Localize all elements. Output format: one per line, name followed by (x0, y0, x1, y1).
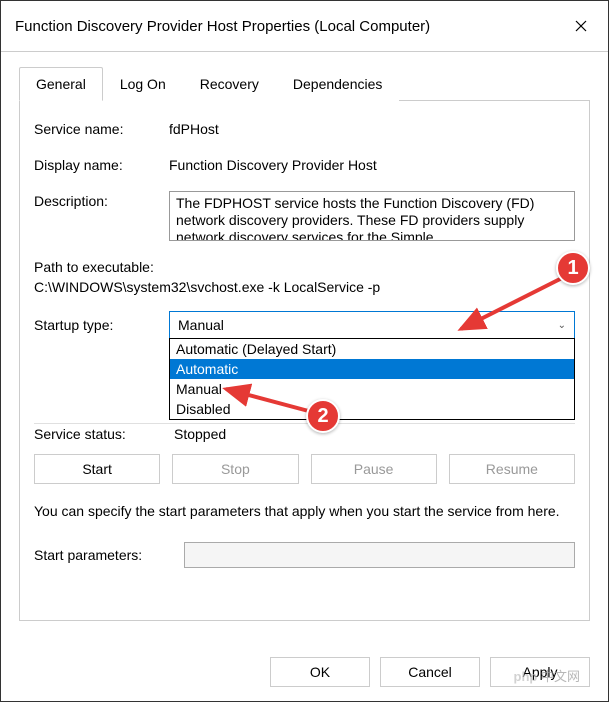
service-name-row: Service name: fdPHost (34, 119, 575, 137)
path-value: C:\WINDOWS\system32\svchost.exe -k Local… (34, 279, 575, 295)
help-text: You can specify the start parameters tha… (34, 502, 575, 522)
path-label: Path to executable: (34, 259, 575, 275)
service-name-label: Service name: (34, 119, 169, 137)
startup-dropdown-list: Automatic (Delayed Start) Automatic Manu… (169, 338, 575, 420)
start-params-label: Start parameters: (34, 547, 184, 563)
option-disabled[interactable]: Disabled (170, 399, 574, 419)
display-name-value: Function Discovery Provider Host (169, 155, 575, 173)
option-automatic[interactable]: Automatic (170, 359, 574, 379)
window-title: Function Discovery Provider Host Propert… (15, 18, 430, 35)
startup-row: Startup type: Manual ⌄ Automatic (Delaye… (34, 311, 575, 339)
option-automatic-delayed[interactable]: Automatic (Delayed Start) (170, 339, 574, 359)
description-row: Description: The FDPHOST service hosts t… (34, 191, 575, 241)
start-button[interactable]: Start (34, 454, 160, 484)
ok-button[interactable]: OK (270, 657, 370, 687)
service-name-value: fdPHost (169, 119, 575, 137)
display-name-row: Display name: Function Discovery Provide… (34, 155, 575, 173)
description-text[interactable]: The FDPHOST service hosts the Function D… (169, 191, 575, 241)
status-label: Service status: (34, 426, 174, 442)
close-icon (575, 20, 587, 32)
resume-button: Resume (449, 454, 575, 484)
annotation-callout-1: 1 (556, 251, 590, 285)
dialog-content: General Log On Recovery Dependencies Ser… (1, 52, 608, 621)
description-label: Description: (34, 191, 169, 209)
status-row: Service status: Stopped (34, 423, 575, 442)
tab-general[interactable]: General (19, 67, 103, 101)
general-panel: Service name: fdPHost Display name: Func… (19, 101, 590, 621)
titlebar: Function Discovery Provider Host Propert… (1, 1, 608, 52)
start-params-input[interactable] (184, 542, 575, 568)
start-params-row: Start parameters: (34, 542, 575, 568)
startup-type-dropdown[interactable]: Manual ⌄ (169, 311, 575, 339)
tab-recovery[interactable]: Recovery (183, 67, 276, 101)
watermark: php 中文网 (514, 666, 580, 685)
pause-button: Pause (311, 454, 437, 484)
option-manual[interactable]: Manual (170, 379, 574, 399)
chevron-down-icon: ⌄ (558, 320, 566, 331)
cancel-button[interactable]: Cancel (380, 657, 480, 687)
tab-strip: General Log On Recovery Dependencies (19, 66, 590, 101)
stop-button: Stop (172, 454, 298, 484)
service-buttons: Start Stop Pause Resume (34, 454, 575, 484)
startup-selected-value: Manual (178, 317, 224, 333)
close-button[interactable] (558, 11, 604, 41)
tab-logon[interactable]: Log On (103, 67, 183, 101)
startup-label: Startup type: (34, 317, 169, 333)
status-value: Stopped (174, 426, 226, 442)
display-name-label: Display name: (34, 155, 169, 173)
path-section: Path to executable: C:\WINDOWS\system32\… (34, 259, 575, 295)
annotation-callout-2: 2 (306, 399, 340, 433)
tab-dependencies[interactable]: Dependencies (276, 67, 400, 101)
